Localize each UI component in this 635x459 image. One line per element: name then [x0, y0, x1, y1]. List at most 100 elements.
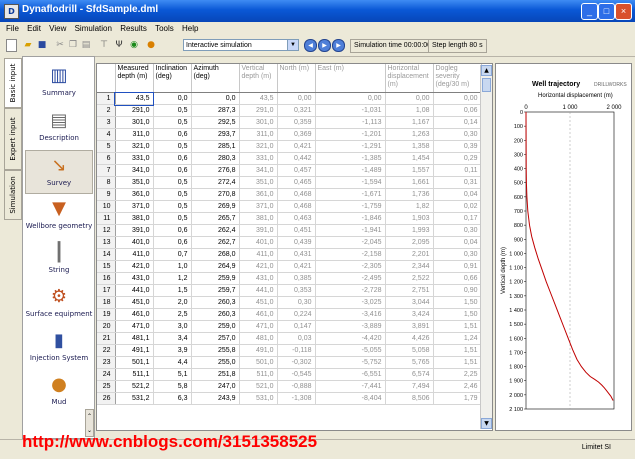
row-number[interactable]: 14 — [97, 248, 116, 261]
table-cell[interactable]: 411,0 — [115, 248, 154, 261]
settings-icon[interactable]: ● — [145, 39, 157, 51]
table-cell[interactable]: 0,0 — [153, 92, 192, 105]
save-icon[interactable]: ■ — [36, 39, 48, 51]
column-header[interactable]: Azimuth (deg) — [191, 64, 240, 93]
row-number[interactable]: 16 — [97, 272, 116, 285]
menu-view[interactable]: View — [49, 22, 66, 36]
open-folder-icon[interactable]: ▰ — [22, 39, 34, 51]
table-cell[interactable]: 0,5 — [153, 212, 192, 225]
table-cell[interactable]: 287,3 — [191, 104, 240, 117]
row-number[interactable]: 25 — [97, 380, 116, 393]
tab-simulation[interactable]: Simulation — [4, 170, 22, 220]
table-cell[interactable]: 280,3 — [191, 152, 240, 165]
chevron-down-icon[interactable]: ▼ — [287, 40, 298, 50]
table-cell[interactable]: 0,0 — [191, 92, 240, 105]
table-cell[interactable]: 43,5 — [114, 91, 154, 106]
table-cell[interactable]: 341,0 — [115, 164, 154, 177]
row-number[interactable]: 8 — [97, 176, 116, 189]
column-header[interactable]: Vertical depth (m) — [239, 64, 278, 93]
sample-icon[interactable]: Ψ — [113, 39, 125, 51]
table-cell[interactable]: 265,7 — [191, 212, 240, 225]
table-cell[interactable]: 3,9 — [153, 344, 192, 357]
table-cell[interactable]: 0,6 — [153, 164, 192, 177]
table-cell[interactable]: 259,0 — [191, 320, 240, 333]
table-cell[interactable]: 5,8 — [153, 380, 192, 393]
row-number[interactable]: 18 — [97, 296, 116, 309]
simulation-mode-select[interactable]: Interactive simulation ▼ — [183, 39, 299, 51]
table-cell[interactable]: 285,1 — [191, 140, 240, 153]
row-number[interactable]: 6 — [97, 152, 116, 165]
table-cell[interactable]: 371,0 — [115, 200, 154, 213]
sidebar-item-description[interactable]: ▤ Description — [25, 106, 93, 150]
table-cell[interactable]: 292,5 — [191, 116, 240, 129]
table-cell[interactable]: 262,7 — [191, 236, 240, 249]
table-cell[interactable]: 0,5 — [153, 176, 192, 189]
maximize-button[interactable]: □ — [598, 3, 615, 20]
tab-expert-input[interactable]: Expert input — [4, 108, 22, 170]
row-number[interactable]: 26 — [97, 392, 116, 405]
row-number[interactable]: 2 — [97, 104, 116, 117]
play-icon[interactable]: ▶ — [318, 39, 331, 52]
column-header[interactable]: Dogleg severity (deg/30 m) — [433, 64, 482, 93]
table-cell[interactable]: 268,0 — [191, 248, 240, 261]
row-number[interactable]: 15 — [97, 260, 116, 273]
scroll-down-icon[interactable]: ▼ — [481, 418, 492, 429]
column-header[interactable]: Horizontal displacement (m) — [385, 64, 434, 93]
table-cell[interactable]: 243,9 — [191, 392, 240, 405]
table-cell[interactable]: 331,0 — [115, 152, 154, 165]
row-number[interactable]: 20 — [97, 320, 116, 333]
table-cell[interactable]: 391,0 — [115, 224, 154, 237]
table-cell[interactable]: 6,3 — [153, 392, 192, 405]
row-number[interactable]: 10 — [97, 200, 116, 213]
table-cell[interactable]: 0,5 — [153, 116, 192, 129]
table-cell[interactable]: 0,5 — [153, 104, 192, 117]
row-number[interactable]: 19 — [97, 308, 116, 321]
new-file-icon[interactable] — [6, 39, 17, 52]
paste-icon[interactable]: ▤ — [80, 39, 92, 51]
table-cell[interactable]: 255,0 — [191, 356, 240, 369]
table-cell[interactable]: 0,6 — [153, 152, 192, 165]
row-number[interactable]: 12 — [97, 224, 116, 237]
row-number[interactable]: 17 — [97, 284, 116, 297]
fast-forward-icon[interactable]: ▶ — [332, 39, 345, 52]
table-cell[interactable]: 381,0 — [115, 212, 154, 225]
table-cell[interactable]: 259,9 — [191, 272, 240, 285]
step-back-icon[interactable]: ◀ — [304, 39, 317, 52]
table-cell[interactable]: 0,7 — [153, 248, 192, 261]
menu-file[interactable]: File — [6, 22, 19, 36]
row-number[interactable]: 1 — [97, 92, 116, 105]
table-cell[interactable]: 257,0 — [191, 332, 240, 345]
table-cell[interactable]: 5,1 — [153, 368, 192, 381]
sidebar-item-survey[interactable]: ↘ Survey — [25, 150, 93, 194]
table-cell[interactable]: 269,9 — [191, 200, 240, 213]
table-cell[interactable]: 461,0 — [115, 308, 154, 321]
row-number[interactable]: 24 — [97, 368, 116, 381]
table-cell[interactable]: 521,2 — [115, 380, 154, 393]
cut-icon[interactable]: ✂ — [54, 39, 66, 51]
table-cell[interactable]: 531,2 — [115, 392, 154, 405]
table-cell[interactable]: 272,4 — [191, 176, 240, 189]
table-cell[interactable]: 451,0 — [115, 296, 154, 309]
row-number[interactable]: 13 — [97, 236, 116, 249]
table-cell[interactable]: 255,8 — [191, 344, 240, 357]
table-cell[interactable]: 501,1 — [115, 356, 154, 369]
scroll-up-icon[interactable]: ▲ — [481, 65, 492, 76]
table-scrollbar[interactable]: ▲ ▼ — [480, 65, 492, 429]
table-cell[interactable]: 421,0 — [115, 260, 154, 273]
column-header[interactable]: North (m) — [277, 64, 316, 93]
sidebar-item-mud[interactable]: ● Mud — [25, 370, 93, 414]
title-bar[interactable]: D Dynaflodrill - SfdSample.dml _ □ × — [0, 0, 635, 22]
column-header[interactable]: East (m) — [315, 64, 386, 93]
table-cell[interactable]: 0,6 — [153, 236, 192, 249]
table-cell[interactable]: 431,0 — [115, 272, 154, 285]
menu-simulation[interactable]: Simulation — [75, 22, 112, 36]
table-cell[interactable]: 0,5 — [153, 188, 192, 201]
menu-results[interactable]: Results — [120, 22, 147, 36]
table-cell[interactable]: 321,0 — [115, 140, 154, 153]
row-number[interactable]: 7 — [97, 164, 116, 177]
table-cell[interactable]: 270,8 — [191, 188, 240, 201]
globe-icon[interactable]: ◉ — [128, 39, 140, 51]
table-cell[interactable]: 471,0 — [115, 320, 154, 333]
sidebar-item-surface-equipment[interactable]: ⚙ Surface equipment — [25, 282, 93, 326]
table-cell[interactable]: 262,4 — [191, 224, 240, 237]
